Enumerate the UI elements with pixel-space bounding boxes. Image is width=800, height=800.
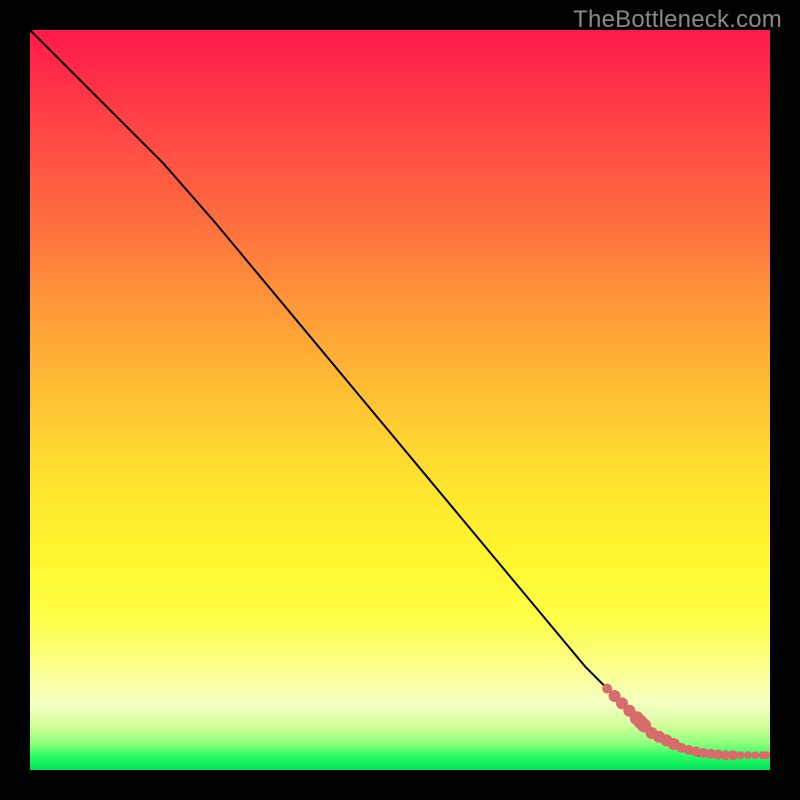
- watermark-text: TheBottleneck.com: [573, 6, 782, 34]
- chart-frame: TheBottleneck.com: [0, 0, 800, 800]
- bottleneck-curve: [30, 30, 770, 755]
- data-point: [762, 751, 770, 759]
- data-point: [736, 751, 744, 759]
- data-points: [602, 684, 770, 761]
- data-point: [744, 751, 752, 759]
- plot-area: [30, 30, 770, 770]
- data-point: [751, 751, 759, 759]
- chart-overlay: [30, 30, 770, 770]
